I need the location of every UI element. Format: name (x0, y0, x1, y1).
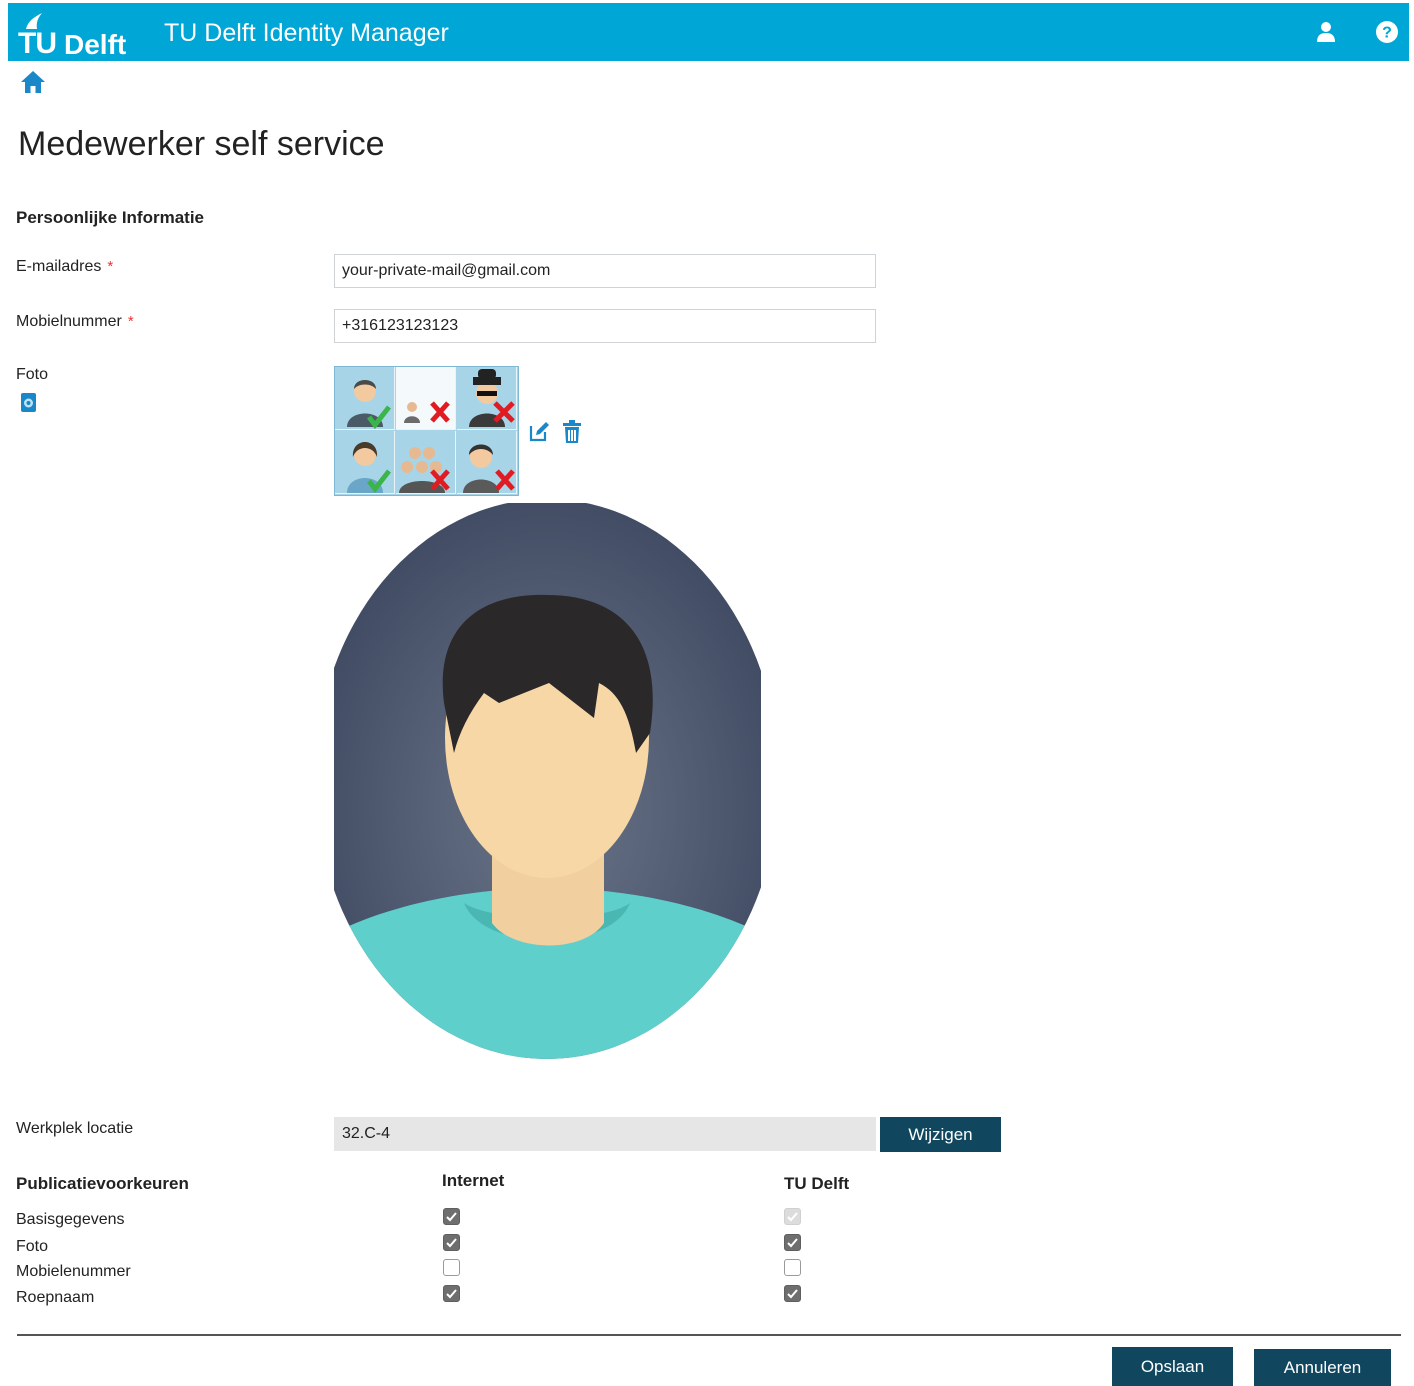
email-input[interactable]: your-private-mail@gmail.com (334, 254, 876, 288)
mobile-input[interactable]: +316123123123 (334, 309, 876, 343)
logo-delft-text: Delft (64, 29, 127, 60)
checkbox-internet-foto[interactable] (443, 1234, 460, 1251)
edit-photo-icon[interactable] (528, 421, 550, 443)
email-label: E-mailadres * (16, 258, 113, 276)
photo-info-icon[interactable] (20, 392, 37, 413)
checkbox-tudelft-basisgegevens (784, 1208, 801, 1225)
workplace-input: 32.C-4 (334, 1117, 876, 1151)
app-title: TU Delft Identity Manager (164, 19, 449, 47)
required-mark: * (107, 258, 114, 275)
help-icon[interactable]: ? (1375, 20, 1399, 44)
checkbox-tudelft-foto[interactable] (784, 1234, 801, 1251)
page-title: Medewerker self service (18, 125, 385, 163)
change-workplace-button[interactable]: Wijzigen (880, 1117, 1001, 1152)
personal-info-heading: Persoonlijke Informatie (16, 208, 204, 227)
profile-photo-avatar (334, 503, 761, 1059)
photo-label: Foto (16, 366, 49, 383)
mobile-label: Mobielnummer * (16, 313, 134, 331)
tudelft-column-header: TU Delft (784, 1174, 850, 1193)
top-bar: TU Delft TU Delft Identity Manager ? (8, 3, 1409, 61)
svg-text:?: ? (1382, 25, 1392, 42)
row-label-foto: Foto (16, 1238, 49, 1255)
save-button[interactable]: Opslaan (1112, 1347, 1233, 1386)
footer-divider (17, 1334, 1401, 1336)
logo-tu-text: TU (18, 27, 57, 60)
workplace-label: Werkplek locatie (16, 1120, 134, 1137)
mobile-label-text: Mobielnummer (16, 313, 122, 330)
checkbox-internet-basisgegevens[interactable] (443, 1208, 460, 1225)
row-label-basisgegevens: Basisgegevens (16, 1211, 125, 1228)
user-icon[interactable] (1314, 20, 1338, 44)
email-label-text: E-mailadres (16, 258, 102, 275)
row-label-mobielenummer: Mobielenummer (16, 1263, 131, 1280)
cancel-button[interactable]: Annuleren (1254, 1349, 1391, 1386)
checkbox-internet-mobielenummer[interactable] (443, 1259, 460, 1276)
photo-guidelines-image (334, 366, 519, 496)
publication-heading: Publicatievoorkeuren (16, 1174, 189, 1193)
checkbox-tudelft-roepnaam[interactable] (784, 1285, 801, 1302)
checkbox-internet-roepnaam[interactable] (443, 1285, 460, 1302)
home-icon[interactable] (20, 70, 46, 94)
delete-photo-icon[interactable] (561, 420, 583, 444)
checkbox-tudelft-mobielenummer[interactable] (784, 1259, 801, 1276)
required-mark: * (127, 313, 134, 330)
row-label-roepnaam: Roepnaam (16, 1289, 95, 1306)
internet-column-header: Internet (442, 1171, 505, 1190)
